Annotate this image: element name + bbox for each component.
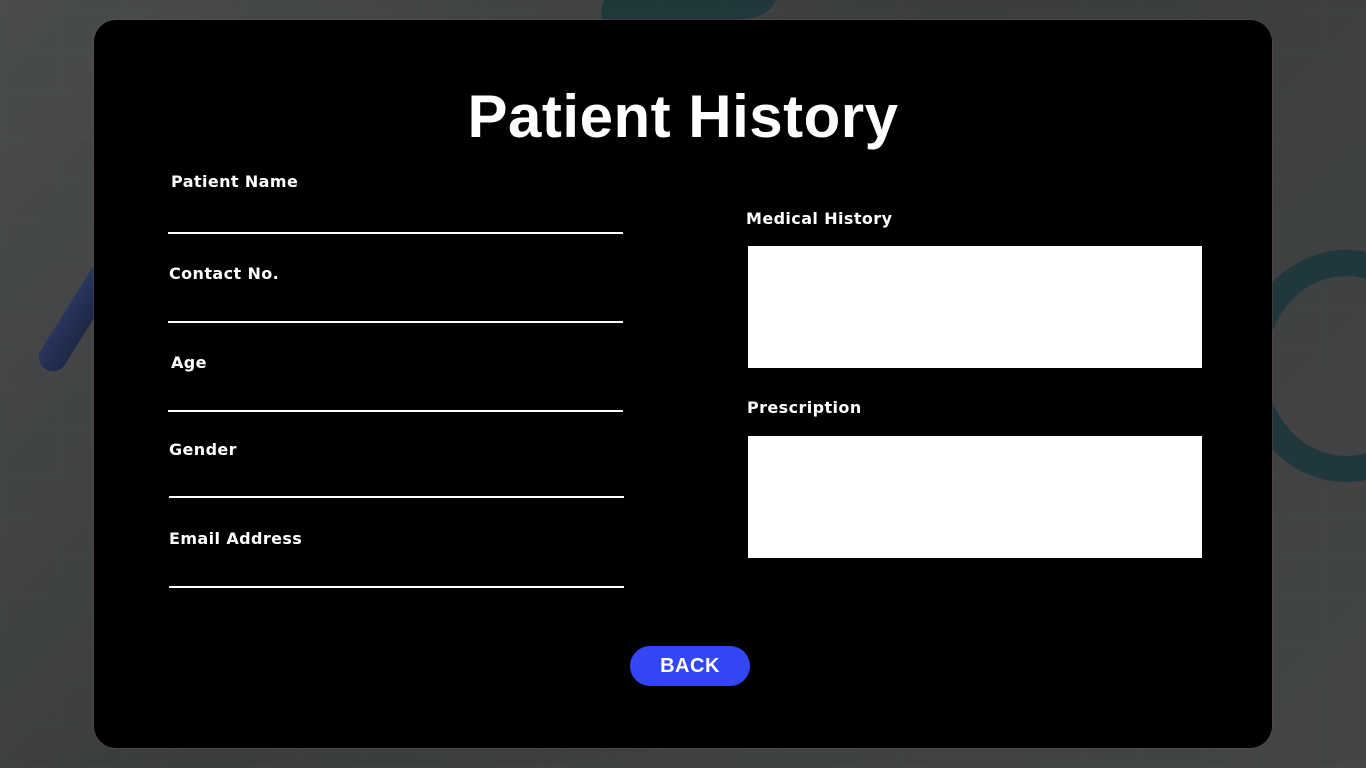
prescription-textarea[interactable]: [748, 436, 1202, 558]
age-input[interactable]: [168, 384, 623, 412]
patient-history-card: Patient History Patient Name Contact No.…: [94, 20, 1272, 748]
gender-input[interactable]: [169, 470, 624, 498]
contact-number-label: Contact No.: [169, 264, 280, 283]
prescription-label: Prescription: [747, 398, 862, 417]
gender-label: Gender: [169, 440, 237, 459]
page-title: Patient History: [467, 83, 899, 150]
email-address-label: Email Address: [169, 529, 303, 548]
contact-number-input[interactable]: [168, 295, 623, 323]
medical-history-textarea[interactable]: [748, 246, 1202, 368]
medical-history-label: Medical History: [746, 209, 893, 228]
email-address-input[interactable]: [169, 560, 624, 588]
patient-name-label: Patient Name: [171, 172, 299, 191]
back-button[interactable]: BACK: [630, 646, 750, 686]
age-label: Age: [171, 353, 207, 372]
patient-name-input[interactable]: [168, 206, 623, 234]
